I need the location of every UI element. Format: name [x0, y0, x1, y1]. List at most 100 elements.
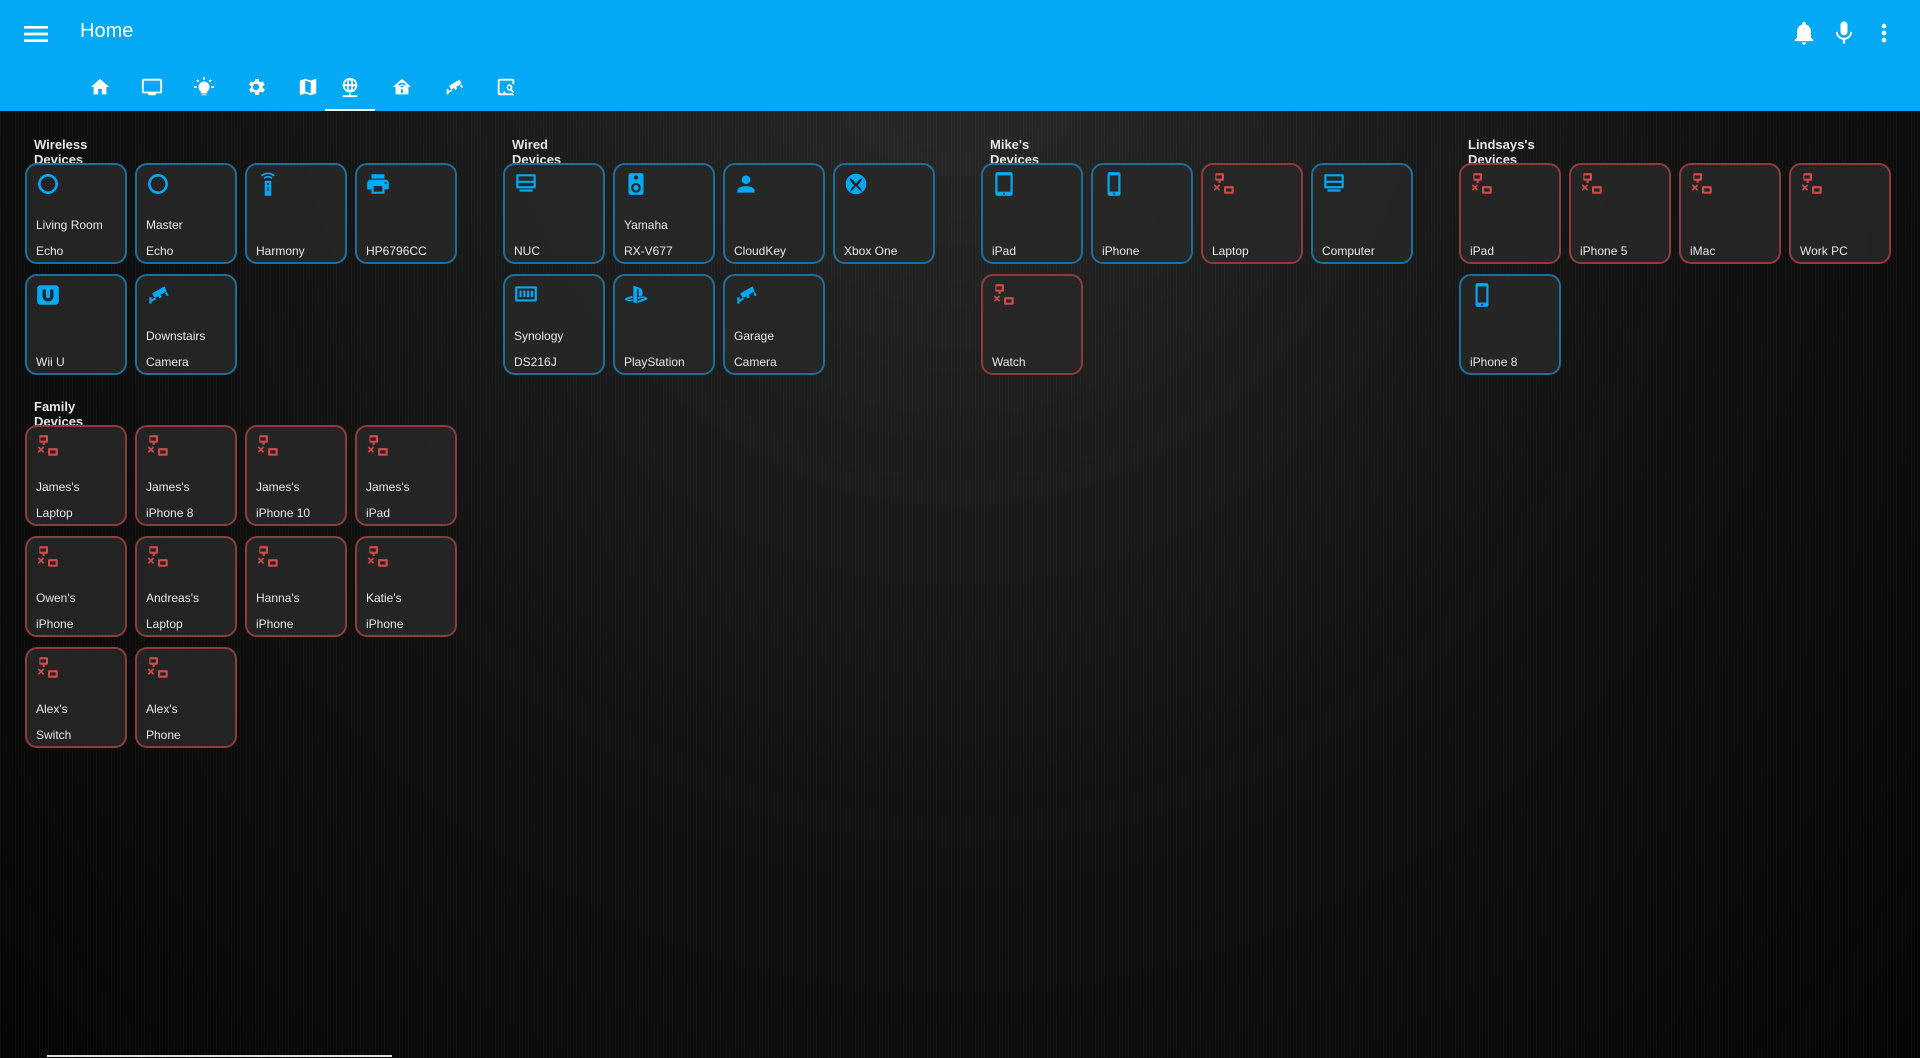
tab-automation[interactable] [377, 68, 427, 111]
tab-settings[interactable] [231, 68, 281, 111]
device-tile[interactable]: James's iPhone 8 [135, 425, 237, 526]
device-tile[interactable]: James's Laptop [25, 425, 127, 526]
tile-label-line2: Camera [146, 355, 189, 369]
xbox-icon [845, 173, 867, 195]
tab-network[interactable] [325, 68, 375, 111]
tile-label-line2: Camera [734, 355, 777, 369]
television-icon [141, 78, 163, 96]
bell-icon[interactable] [1790, 19, 1818, 47]
lan-disconnect-icon [257, 546, 278, 567]
device-tile[interactable]: Hanna's iPhone [245, 536, 347, 637]
lan-disconnect-icon [37, 546, 58, 567]
tile-label-line2: RX-V677 [624, 244, 673, 258]
device-tile[interactable]: Xbox One [833, 163, 935, 264]
tab-lights[interactable] [179, 68, 229, 111]
tile-label-line1: Garage [734, 329, 775, 343]
device-tile[interactable]: HP6796CC [355, 163, 457, 264]
tile-label-line2: iPad [366, 506, 391, 520]
device-tile[interactable]: Downstairs Camera [135, 274, 237, 375]
tile-label-line1: Synology [514, 329, 564, 343]
tile-label-line1: Yamaha [624, 218, 668, 232]
device-tile[interactable]: Watch [981, 274, 1083, 375]
tile-label-line2: Work PC [1800, 244, 1848, 258]
amazon-echo-icon [148, 174, 168, 194]
tile-label-line2: iMac [1690, 244, 1716, 258]
tile-label-line2: PlayStation [624, 355, 685, 369]
microphone-icon[interactable] [1830, 19, 1858, 47]
device-tile[interactable]: Yamaha RX-V677 [613, 163, 715, 264]
device-tile[interactable]: Computer [1311, 163, 1413, 264]
tile-label-line1: Living Room [36, 218, 103, 232]
device-tile[interactable]: Living Room Echo [25, 163, 127, 264]
menu-icon[interactable] [20, 18, 52, 50]
home-icon [90, 78, 110, 95]
device-tile[interactable]: Harmony [245, 163, 347, 264]
home-automation-icon [392, 78, 412, 95]
account-icon [737, 175, 755, 193]
device-tile[interactable]: Master Echo [135, 163, 237, 264]
device-tile[interactable]: iMac [1679, 163, 1781, 264]
device-tile[interactable]: Katie's iPhone [355, 536, 457, 637]
lan-disconnect-icon [1471, 173, 1492, 194]
device-tile[interactable]: iPad [981, 163, 1083, 264]
tablet-icon [995, 172, 1013, 196]
cellphone-icon [1107, 172, 1121, 196]
lan-disconnect-icon [993, 284, 1014, 305]
tile-label-line1: James's [146, 480, 190, 494]
device-tile[interactable]: James's iPad [355, 425, 457, 526]
device-tile[interactable]: iPad [1459, 163, 1561, 264]
tile-label-line1: Hanna's [256, 591, 300, 605]
tile-label-line1: Downstairs [146, 329, 206, 343]
tile-label-line1: Alex's [146, 702, 178, 716]
desktop-tower-icon [1324, 174, 1344, 192]
tile-label-line2: iPad [1470, 244, 1495, 258]
device-tile[interactable]: Work PC [1789, 163, 1891, 264]
tile-label-line2: Switch [36, 728, 72, 742]
device-tile[interactable]: Alex's Phone [135, 647, 237, 748]
tile-label-line2: iPhone [366, 617, 404, 631]
device-tile[interactable]: iPhone 8 [1459, 274, 1561, 375]
lightbulb-icon [193, 76, 215, 96]
device-tile[interactable]: Owen's iPhone [25, 536, 127, 637]
lan-disconnect-icon [37, 435, 58, 456]
tile-label-line2: iPad [992, 244, 1017, 258]
cctv-icon [446, 79, 464, 95]
tile-label-line2: Laptop [1212, 244, 1249, 258]
tile-label-line2: iPhone 8 [1470, 355, 1518, 369]
amazon-echo-icon [38, 174, 58, 194]
tile-label-line2: Xbox One [844, 244, 898, 258]
image-search-icon [497, 78, 515, 96]
tile-label-line1: James's [36, 480, 80, 494]
tab-home[interactable] [75, 68, 125, 111]
map-icon [299, 78, 317, 96]
tile-label-line2: Echo [146, 244, 174, 258]
nintendo-wiiu-icon [37, 285, 59, 305]
device-tile[interactable]: Alex's Switch [25, 647, 127, 748]
lan-disconnect-icon [147, 657, 168, 678]
tab-cameras[interactable] [429, 68, 479, 111]
tile-label-line2: CloudKey [734, 244, 787, 258]
tab-gallery[interactable] [481, 68, 531, 111]
lan-disconnect-icon [147, 435, 168, 456]
page-title: Home [80, 20, 134, 42]
tile-label-line1: Alex's [36, 702, 68, 716]
settings-icon [249, 79, 265, 95]
tile-label-line1: Owen's [36, 591, 76, 605]
tile-label-line2: iPhone 5 [1580, 244, 1628, 258]
device-tile[interactable]: James's iPhone 10 [245, 425, 347, 526]
device-tile[interactable]: Laptop [1201, 163, 1303, 264]
device-tile[interactable]: Andreas's Laptop [135, 536, 237, 637]
tab-media[interactable] [127, 68, 177, 111]
more-vertical-icon[interactable] [1870, 19, 1898, 47]
tile-label-line2: Laptop [146, 617, 183, 631]
device-tile[interactable]: Synology DS216J [503, 274, 605, 375]
device-tile[interactable]: Garage Camera [723, 274, 825, 375]
device-tile[interactable]: CloudKey [723, 163, 825, 264]
device-tile[interactable]: Wii U [25, 274, 127, 375]
device-tile[interactable]: PlayStation [613, 274, 715, 375]
tile-label-line2: NUC [514, 244, 540, 258]
device-tile[interactable]: iPhone 5 [1569, 163, 1671, 264]
cctv-icon [149, 286, 169, 304]
device-tile[interactable]: iPhone [1091, 163, 1193, 264]
device-tile[interactable]: NUC [503, 163, 605, 264]
